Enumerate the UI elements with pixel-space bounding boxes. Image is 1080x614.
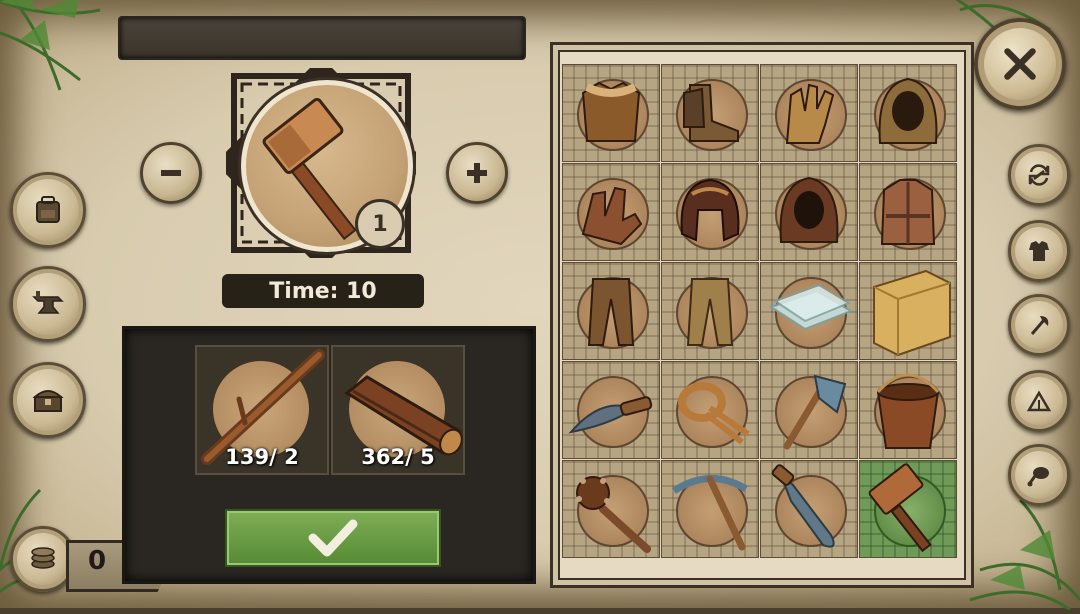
currency-value: 0: [88, 546, 107, 576]
storage-chest-button[interactable]: [10, 362, 86, 438]
anvil-icon: [32, 291, 64, 314]
rope-icon: [678, 382, 750, 445]
light-pants-icon: [686, 278, 734, 346]
coins-icon: [31, 547, 55, 569]
tent-icon: [1026, 390, 1052, 412]
grid-item-gloves[interactable]: [760, 64, 858, 162]
ingredients-panel: 139/ 2 362/ 5: [122, 326, 536, 584]
fur-armor-icon: [581, 81, 641, 142]
grid-item-boots[interactable]: [661, 64, 759, 162]
craft-time-label: Time: 10: [222, 274, 424, 308]
close-icon: [1004, 48, 1036, 80]
armor-icon: [1029, 241, 1049, 261]
grid-item-mace[interactable]: [562, 460, 660, 558]
refresh-icon: [1028, 164, 1050, 186]
hammer-icon: [868, 463, 932, 553]
grid-item-pickaxe[interactable]: [661, 460, 759, 558]
meat-icon: [1027, 467, 1049, 487]
stone-axe-icon: [783, 374, 847, 450]
grid-item-hood[interactable]: [859, 64, 957, 162]
ingredient-slot: 139/ 2: [195, 345, 329, 475]
grid-item-hammer[interactable]: [859, 460, 957, 558]
quantity-badge: 1: [355, 199, 405, 249]
plus-icon: [467, 163, 487, 183]
gloves-icon: [785, 83, 835, 144]
sand-block-icon: [873, 269, 951, 357]
backpack-icon: [36, 196, 60, 223]
pants-icon: [587, 278, 635, 346]
ingredient-slot: 362/ 5: [331, 345, 465, 475]
mace-icon: [576, 476, 651, 553]
ingredient-count: 362/ 5: [361, 445, 435, 469]
grid-item-bucket[interactable]: [859, 361, 957, 459]
machete-icon: [771, 464, 835, 548]
grid-item-fur-armor[interactable]: [562, 64, 660, 162]
helmet-icon: [680, 178, 740, 242]
shelter-category-button[interactable]: [1008, 370, 1070, 432]
dark-hood-icon: [779, 176, 839, 243]
tools-category-button[interactable]: [1008, 294, 1070, 356]
ingredient-count: 139/ 2: [225, 445, 299, 469]
grid-item-sand-block[interactable]: [859, 262, 957, 360]
checkmark-icon: [308, 519, 358, 557]
palm-leaves-top-left: [0, 0, 120, 110]
leather-gloves-icon: [581, 186, 643, 246]
grid-item-machete[interactable]: [760, 460, 858, 558]
grid-item-light-pants[interactable]: [661, 262, 759, 360]
palm-leaves-bottom-right: [960, 490, 1080, 612]
grid-item-leather-gloves[interactable]: [562, 163, 660, 261]
grid-item-dark-hood[interactable]: [760, 163, 858, 261]
title-bar: [118, 16, 526, 60]
decrease-quantity-button[interactable]: [140, 142, 202, 204]
bucket-icon: [876, 373, 940, 449]
confirm-craft-button[interactable]: [225, 509, 441, 567]
grid-item-helmet[interactable]: [661, 163, 759, 261]
minus-icon: [161, 170, 181, 176]
grid-item-pants[interactable]: [562, 262, 660, 360]
hood-icon: [878, 77, 938, 144]
coat-icon: [880, 179, 936, 245]
grid-item-rope[interactable]: [661, 361, 759, 459]
grid-item-coat[interactable]: [859, 163, 957, 261]
chest-icon: [32, 390, 64, 412]
knife-icon: [568, 396, 653, 434]
glass-icon: [768, 283, 854, 331]
boots-icon: [683, 84, 739, 142]
inventory-button[interactable]: [10, 172, 86, 248]
grid-item-knife[interactable]: [562, 361, 660, 459]
grid-item-stone-axe[interactable]: [760, 361, 858, 459]
axe-icon: [1030, 316, 1049, 335]
refresh-button[interactable]: [1008, 144, 1070, 206]
food-category-button[interactable]: [1008, 444, 1070, 506]
grid-item-glass[interactable]: [760, 262, 858, 360]
increase-quantity-button[interactable]: [446, 142, 508, 204]
close-button[interactable]: [974, 18, 1066, 110]
crafting-anvil-button[interactable]: [10, 266, 86, 342]
armor-category-button[interactable]: [1008, 220, 1070, 282]
pickaxe-icon: [672, 475, 748, 551]
